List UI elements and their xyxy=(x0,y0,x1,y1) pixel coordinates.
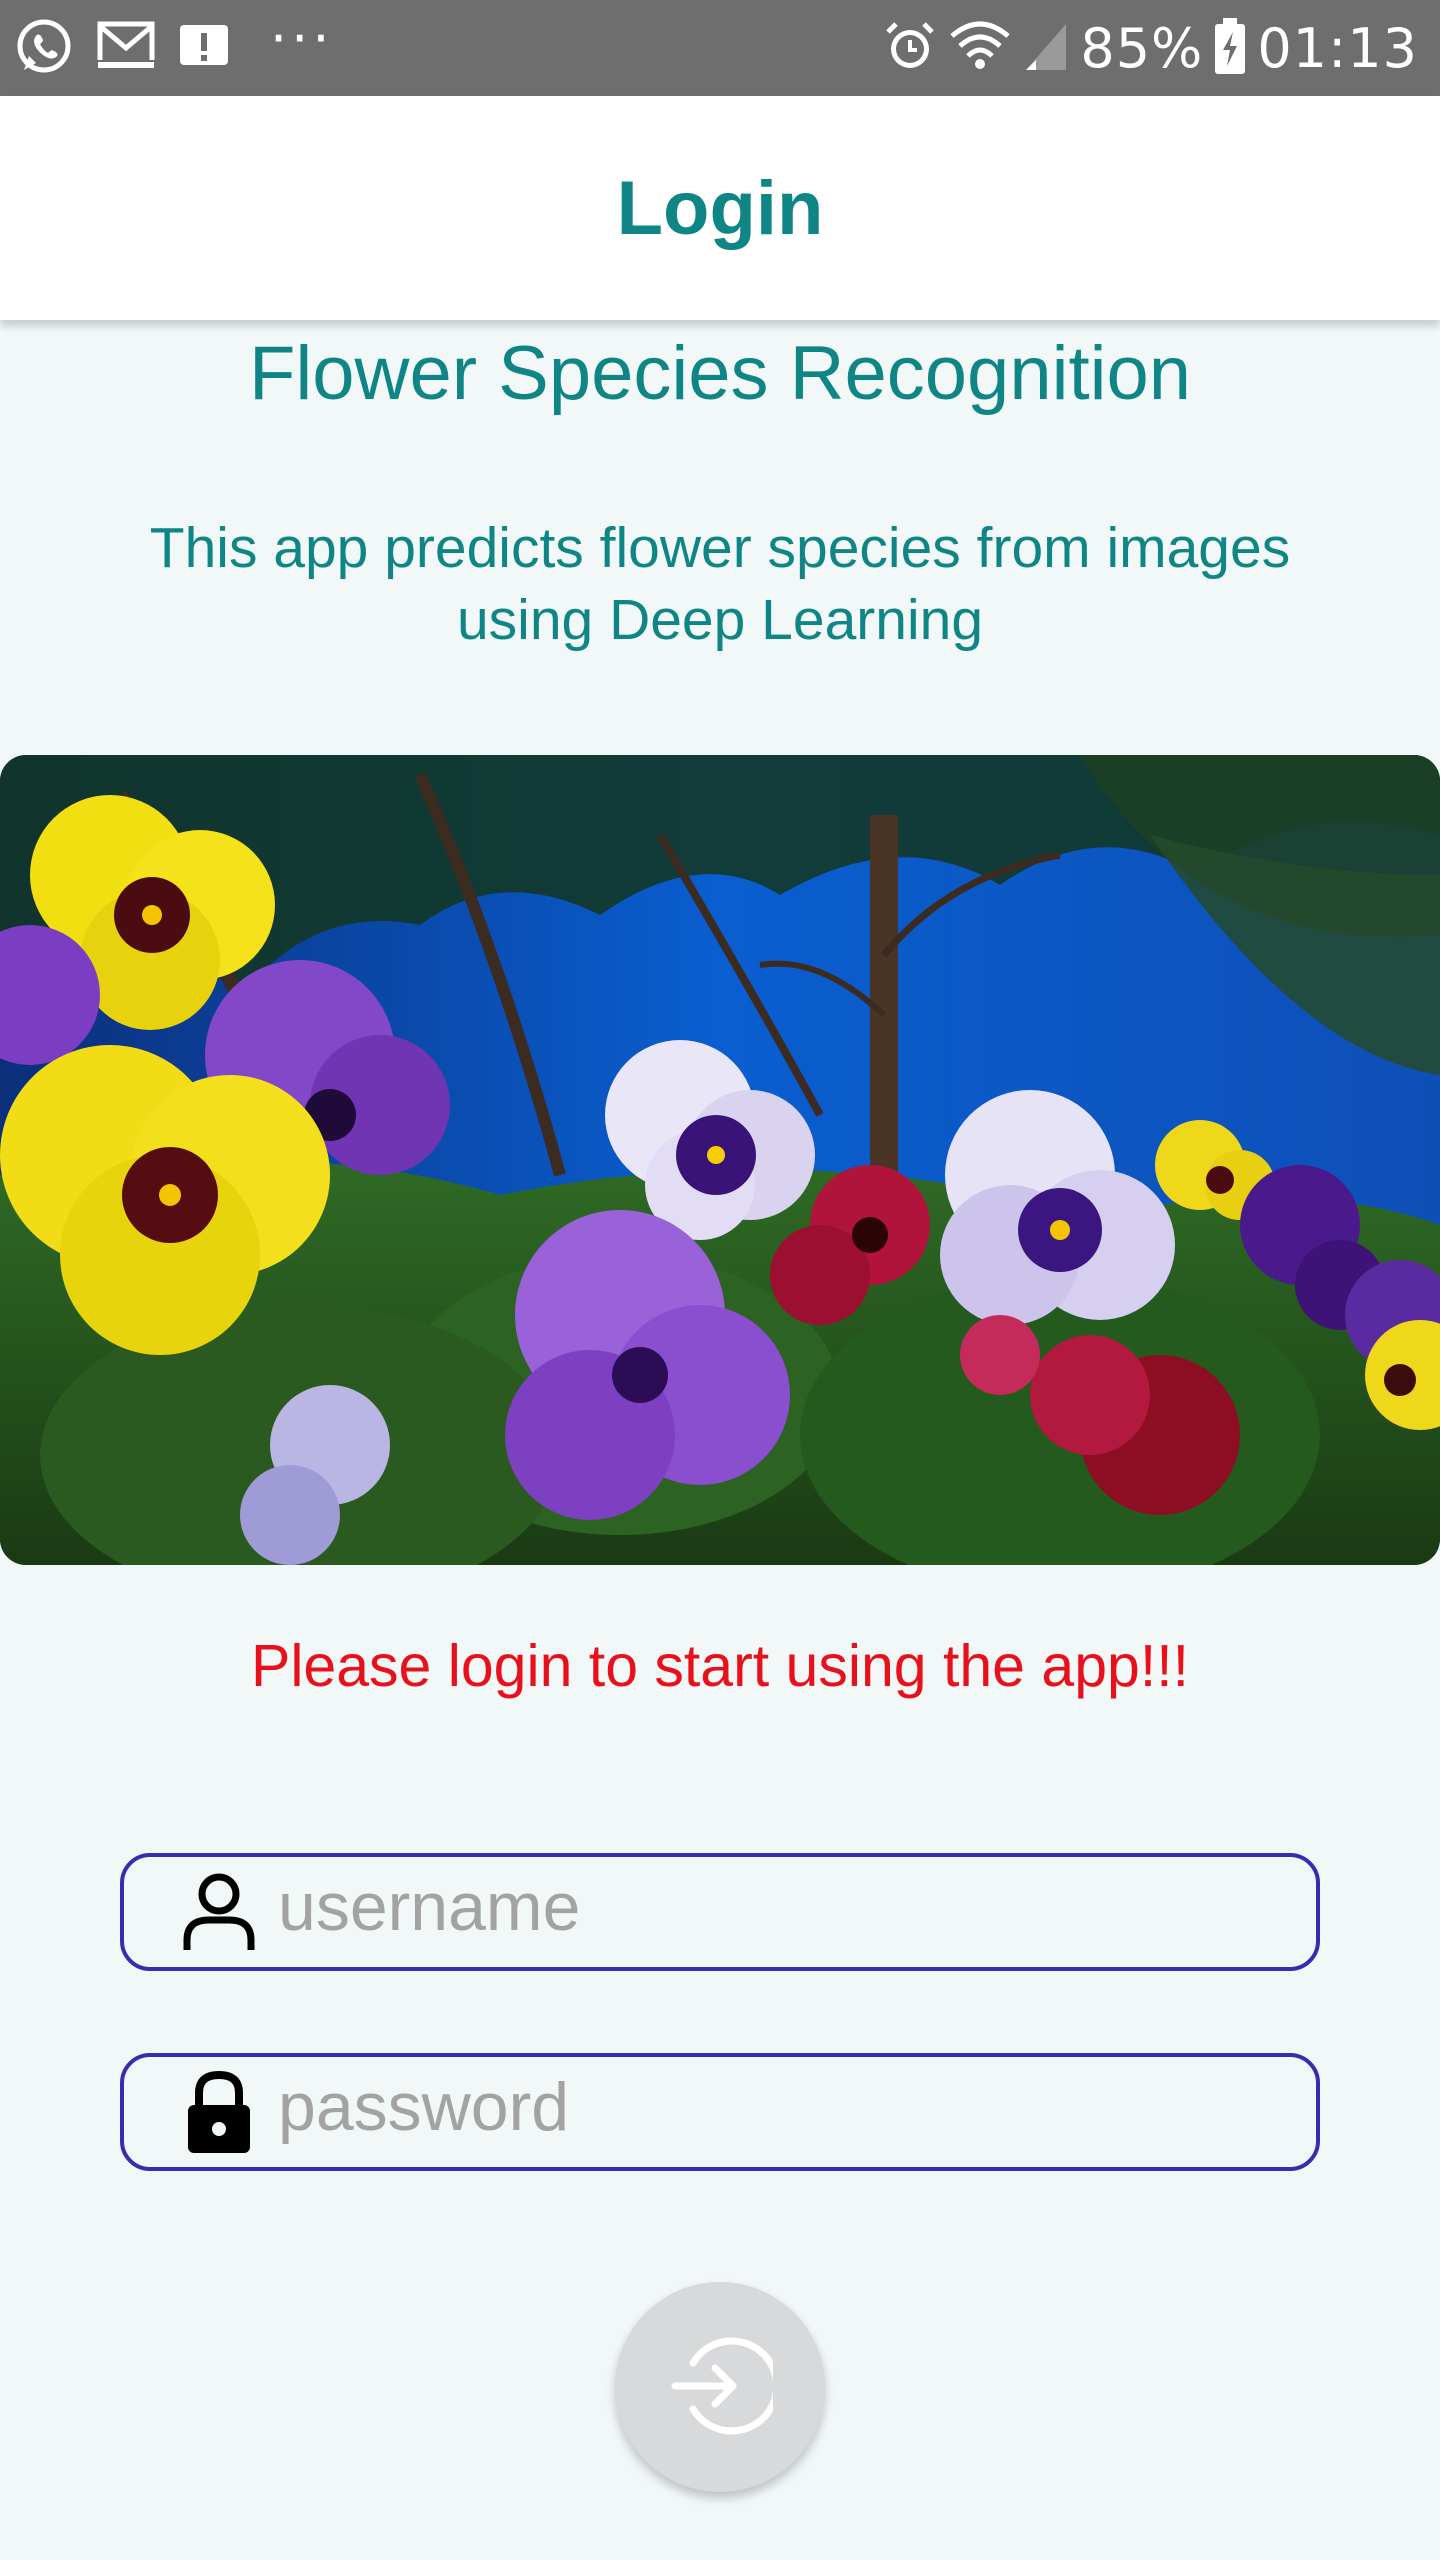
username-input[interactable] xyxy=(274,1862,1274,1962)
system-icons: 85% 01:13 xyxy=(882,16,1440,80)
whatsapp-icon xyxy=(14,16,74,80)
wifi-icon xyxy=(948,18,1012,78)
status-bar: ··· 85% 01:13 xyxy=(0,0,1440,96)
alarm-icon xyxy=(882,18,938,78)
notification-icons: ··· xyxy=(0,12,334,80)
battery-charging-icon xyxy=(1213,16,1247,80)
person-icon xyxy=(124,1857,274,1967)
password-field[interactable] xyxy=(120,2053,1320,2171)
login-button[interactable] xyxy=(615,2282,825,2492)
app-description: This app predicts flower species from im… xyxy=(149,516,1291,652)
login-prompt: Please login to start using the app!!! xyxy=(250,1633,1190,1699)
login-arrow-icon xyxy=(667,2333,781,2442)
username-field[interactable] xyxy=(120,1853,1320,1971)
clock: 01:13 xyxy=(1257,16,1418,80)
battery-percent: 85% xyxy=(1080,16,1204,80)
more-notifications-icon: ··· xyxy=(270,7,334,70)
alert-icon xyxy=(178,21,230,75)
pansy-flowers-image xyxy=(0,755,1440,1565)
lock-icon xyxy=(124,2057,274,2167)
app-title: Flower Species Recognition xyxy=(248,331,1192,416)
signal-icon xyxy=(1022,18,1070,78)
app-bar: Login xyxy=(0,96,1440,320)
password-input[interactable] xyxy=(274,2062,1274,2162)
gmail-icon xyxy=(96,18,156,78)
page-title: Login xyxy=(616,165,824,251)
